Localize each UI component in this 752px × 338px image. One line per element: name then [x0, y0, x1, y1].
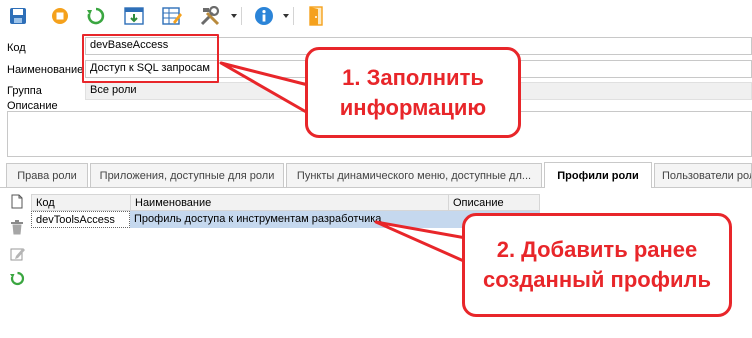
edit-table-icon[interactable]	[160, 5, 184, 27]
exit-door-icon[interactable]	[304, 5, 328, 27]
callout-second-line2: созданный профиль	[483, 267, 711, 292]
callout-second-line1: 2. Добавить ранее	[496, 237, 698, 262]
name-label: Наименование	[7, 64, 84, 76]
callout-add-profile: 2. Добавить ранее созданный профиль	[462, 213, 732, 317]
refresh-icon[interactable]	[84, 5, 108, 27]
tab-role-users[interactable]: Пользователи роли	[654, 163, 752, 187]
group-label: Группа	[7, 85, 42, 97]
chevron-down-icon[interactable]	[283, 14, 289, 18]
new-document-icon[interactable]	[9, 193, 25, 209]
callout-first-line1: 1. Заполнить	[342, 64, 484, 90]
highlight-box	[82, 34, 219, 83]
column-header-description[interactable]: Описание	[449, 195, 540, 211]
callout-fill-info: 1. Заполнить информацию	[305, 47, 521, 138]
stop-icon[interactable]	[48, 5, 72, 27]
edit-icon[interactable]	[9, 245, 25, 261]
save-icon[interactable]	[6, 5, 30, 27]
callout-pointer-second	[374, 220, 468, 264]
import-icon[interactable]	[122, 5, 146, 27]
column-header-code[interactable]: Код	[32, 195, 131, 211]
chevron-down-icon[interactable]	[231, 14, 237, 18]
tools-icon[interactable]	[198, 5, 222, 27]
toolbar-divider	[293, 7, 294, 25]
info-icon[interactable]	[252, 5, 276, 27]
code-label: Код	[7, 42, 26, 54]
callout-first-line2: информацию	[339, 94, 487, 120]
grid-header: Код Наименование Описание	[31, 194, 540, 211]
column-header-name[interactable]: Наименование	[131, 195, 449, 211]
delete-icon[interactable]	[9, 219, 25, 235]
cell-name[interactable]: Профиль доступа к инструментам разработч…	[130, 211, 448, 228]
tab-role-profiles[interactable]: Профили роли	[544, 162, 652, 188]
toolbar	[0, 0, 752, 33]
tab-dynamic-menu-items[interactable]: Пункты динамического меню, доступные дл.…	[286, 163, 542, 187]
tab-role-rights[interactable]: Права роли	[6, 163, 88, 187]
refresh-icon[interactable]	[9, 270, 25, 286]
tab-role-applications[interactable]: Приложения, доступные для роли	[90, 163, 284, 187]
toolbar-divider	[241, 7, 242, 25]
cell-code[interactable]: devToolsAccess	[31, 211, 130, 228]
